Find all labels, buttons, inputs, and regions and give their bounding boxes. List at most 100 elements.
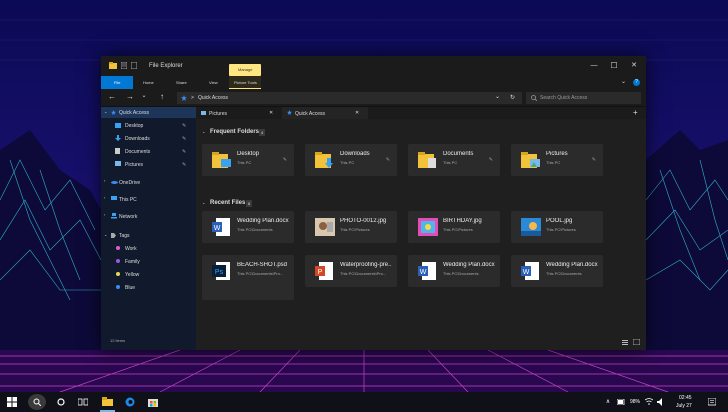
search-box[interactable]: Search Quick Access — [526, 92, 641, 104]
sidebar-item-onedrive[interactable]: › OneDrive — [101, 177, 196, 188]
search-button[interactable] — [28, 394, 46, 410]
recent-file-card[interactable]: Ps BEACH-SHOT.psd This PC\Documents\Pro.… — [202, 255, 294, 287]
photo-icon — [315, 218, 335, 236]
sidebar-tag-work[interactable]: Work — [101, 243, 196, 254]
sidebar-item-downloads[interactable]: Downloads ✎ — [101, 133, 196, 144]
computer-icon — [111, 196, 117, 200]
sidebar-item-this-pc[interactable]: › This PC — [101, 194, 196, 205]
cloud-icon — [111, 181, 118, 184]
chevron-down-icon: ⌄ — [104, 109, 108, 114]
tiles-view-icon[interactable] — [633, 339, 640, 345]
sidebar-item-network[interactable]: › Network — [101, 211, 196, 222]
clock-time[interactable]: 02:45 — [679, 395, 692, 401]
recent-file-card[interactable]: PHOTO-0012.jpg This PC\Pictures — [305, 211, 397, 243]
recent-file-card[interactable]: W Wedding Plan.docx This PC\Documents — [202, 211, 294, 243]
title-bar: File Explorer — ☐ ✕ — [101, 56, 646, 76]
properties-icon[interactable] — [121, 62, 127, 69]
pin-icon[interactable]: ✎ — [182, 123, 186, 129]
chevron-down-icon: ⌄ — [104, 232, 108, 237]
photo-icon — [521, 218, 541, 236]
search-icon — [33, 398, 41, 406]
sidebar-item-documents[interactable]: Documents ✎ — [101, 146, 196, 157]
clock-date[interactable]: July 27 — [676, 403, 692, 409]
svg-text:W: W — [523, 269, 530, 276]
pin-icon[interactable]: ✎ — [182, 162, 186, 168]
up-button[interactable]: ↑ — [155, 91, 169, 103]
sidebar-tag-family[interactable]: Family — [101, 256, 196, 267]
recent-file-card[interactable]: BIRTHDAY.jpg This PC\Pictures — [408, 211, 500, 243]
pin-icon[interactable]: ✎ — [182, 136, 186, 142]
star-icon — [181, 95, 187, 101]
recent-file-card[interactable]: W Wedding Plan.docx This PC\Documents — [511, 255, 603, 287]
details-view-icon[interactable] — [622, 340, 628, 345]
desktop-icon — [115, 123, 121, 128]
ribbon-tab-picture-tools[interactable]: Picture Tools — [229, 76, 261, 89]
edge-icon[interactable] — [125, 397, 135, 407]
windows-start-icon[interactable] — [7, 397, 17, 407]
ribbon-tab-file[interactable]: File — [101, 76, 133, 89]
folder-icon — [109, 62, 117, 69]
address-dropdown-icon[interactable]: ⌄ — [495, 93, 500, 100]
minimize-button[interactable]: — — [587, 60, 601, 72]
chevron-right-icon: › — [104, 212, 106, 217]
download-icon — [115, 135, 121, 141]
tag-color-dot — [116, 272, 120, 276]
address-bar[interactable]: > Quick Access ⌄ ↻ — [177, 92, 522, 104]
recent-file-card[interactable]: POOL.jpg This PC\Pictures — [511, 211, 603, 243]
svg-text:Ps: Ps — [215, 269, 224, 276]
file-explorer-taskbar-icon[interactable] — [102, 397, 113, 406]
ribbon: File Home Share View Picture Tools ⌄ ? — [101, 76, 646, 89]
store-icon[interactable] — [148, 397, 158, 407]
sidebar-item-tags[interactable]: ⌄ Tags — [101, 230, 196, 241]
sidebar-item-desktop[interactable]: Desktop ✎ — [101, 120, 196, 131]
word-icon: W — [418, 262, 436, 280]
photo-icon — [418, 218, 438, 236]
tag-color-dot — [116, 259, 120, 263]
svg-text:W: W — [420, 269, 427, 276]
powerpoint-icon: P — [315, 262, 333, 280]
navigation-pane: ⌄ Quick Access Desktop ✎ Downloads ✎ Doc… — [101, 107, 196, 350]
recent-file-card[interactable]: P Waterproofing-pre... This PC\Documents… — [305, 255, 397, 287]
network-icon — [111, 213, 117, 219]
pictures-icon — [115, 161, 121, 166]
close-button[interactable]: ✕ — [627, 60, 641, 72]
forward-button[interactable]: → — [123, 91, 137, 103]
show-hidden-icons-chevron[interactable]: ∧ — [603, 392, 613, 412]
sidebar-tag-blue[interactable]: Blue — [101, 282, 196, 293]
ribbon-tab-view[interactable]: View — [209, 80, 218, 85]
sidebar-item-pictures[interactable]: Pictures ✎ — [101, 159, 196, 170]
ribbon-expand-icon[interactable]: ⌄ — [621, 78, 626, 85]
recent-file-card[interactable]: W Wedding Plan.docx This PC\Documents — [408, 255, 500, 287]
tag-icon — [111, 233, 116, 238]
chevron-right-icon: › — [104, 195, 106, 200]
notifications-icon[interactable] — [708, 398, 716, 406]
new-folder-icon[interactable] — [131, 62, 137, 69]
svg-text:W: W — [214, 225, 221, 232]
volume-icon[interactable] — [657, 398, 665, 406]
photoshop-icon: Ps — [212, 262, 230, 280]
cortana-icon[interactable] — [57, 398, 65, 406]
ribbon-tab-share[interactable]: Share — [176, 80, 187, 85]
manage-contextual-header: Manage — [229, 64, 261, 76]
document-icon — [115, 148, 120, 154]
back-button[interactable]: ← — [105, 91, 119, 103]
pin-icon[interactable]: ✎ — [182, 149, 186, 155]
wifi-icon[interactable] — [645, 398, 653, 405]
tag-color-dot — [116, 285, 120, 289]
svg-text:P: P — [318, 269, 323, 276]
ribbon-tab-home[interactable]: Home — [143, 80, 154, 85]
star-icon — [111, 110, 116, 115]
status-item-count: 12 items — [110, 338, 126, 343]
sidebar-tag-yellow[interactable]: Yellow — [101, 269, 196, 280]
sidebar-item-quick-access[interactable]: ⌄ Quick Access — [101, 107, 196, 118]
window-title: File Explorer — [149, 63, 183, 69]
recent-locations-button[interactable]: ⌄ — [139, 90, 149, 102]
maximize-button[interactable]: ☐ — [607, 60, 621, 72]
battery-icon[interactable] — [617, 399, 625, 405]
search-placeholder: Search Quick Access — [540, 95, 588, 101]
taskbar: ∧ 98% 02:45 July 27 — [0, 392, 728, 412]
help-icon[interactable]: ? — [633, 79, 640, 86]
path-separator: > — [191, 95, 194, 101]
refresh-icon[interactable]: ↻ — [510, 94, 515, 101]
task-view-icon[interactable] — [78, 398, 88, 406]
